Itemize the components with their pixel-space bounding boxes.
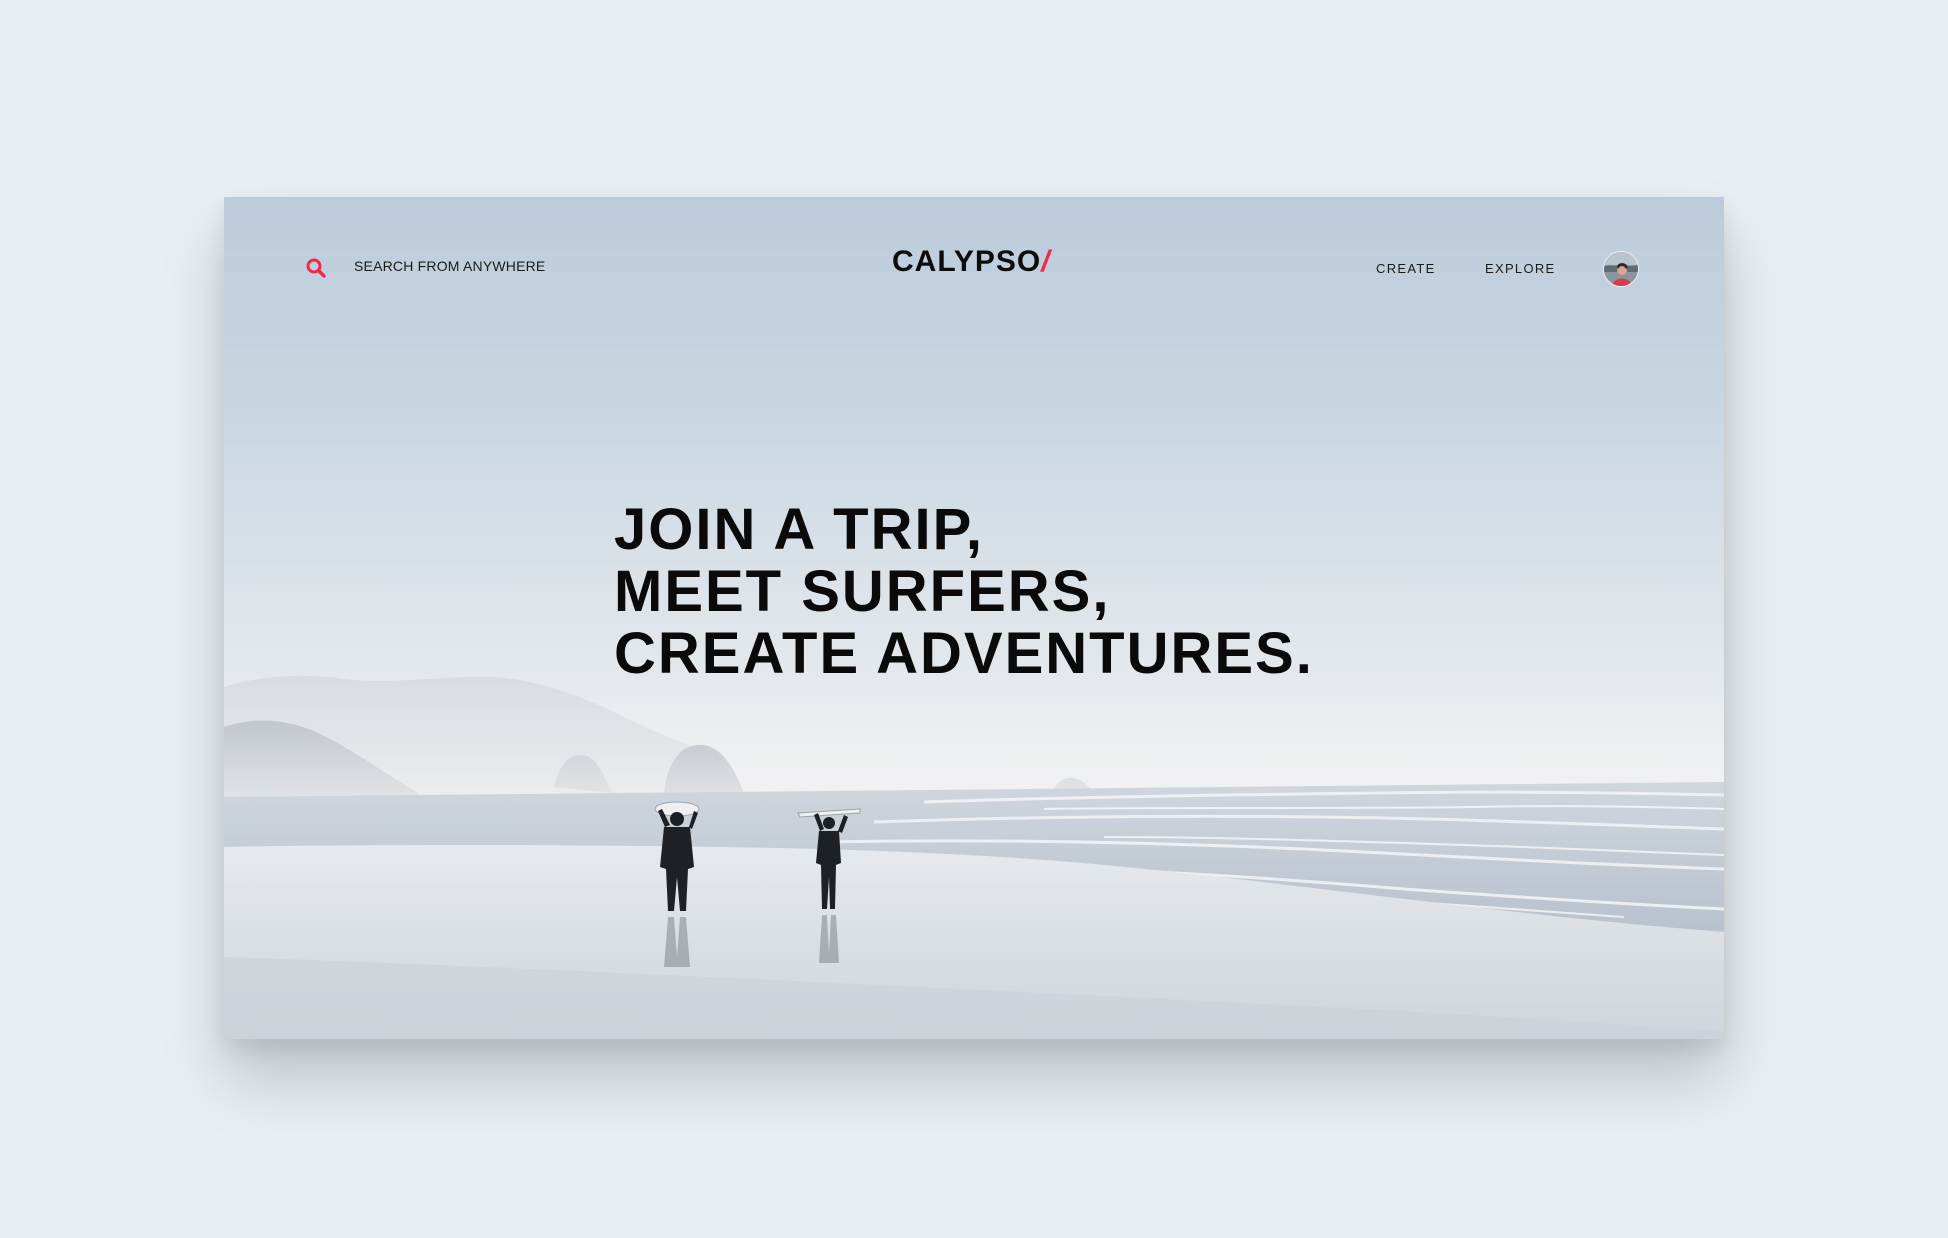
headline-line-2: MEET SURFERS,: [614, 559, 1111, 624]
top-navigation: SEARCH FROM ANYWHERE CALYPSO/ CREATE EXP…: [224, 197, 1724, 337]
logo-text: CALYPSO: [892, 245, 1042, 278]
hero-card: SEARCH FROM ANYWHERE CALYPSO/ CREATE EXP…: [224, 197, 1724, 1039]
search-input[interactable]: SEARCH FROM ANYWHERE: [354, 258, 545, 274]
logo-slash-mark: /: [1041, 245, 1051, 278]
hero-headline: JOIN A TRIP, MEET SURFERS, CREATE ADVENT…: [614, 499, 1314, 685]
nav-explore-link[interactable]: EXPLORE: [1485, 261, 1556, 276]
avatar-photo-icon: [1604, 252, 1638, 286]
user-avatar[interactable]: [1603, 251, 1639, 287]
headline-line-3: CREATE ADVENTURES.: [614, 621, 1314, 686]
search-icon[interactable]: [305, 257, 327, 279]
nav-create-link[interactable]: CREATE: [1376, 261, 1436, 276]
brand-logo[interactable]: CALYPSO/: [892, 245, 1051, 279]
headline-line-1: JOIN A TRIP,: [614, 497, 984, 562]
